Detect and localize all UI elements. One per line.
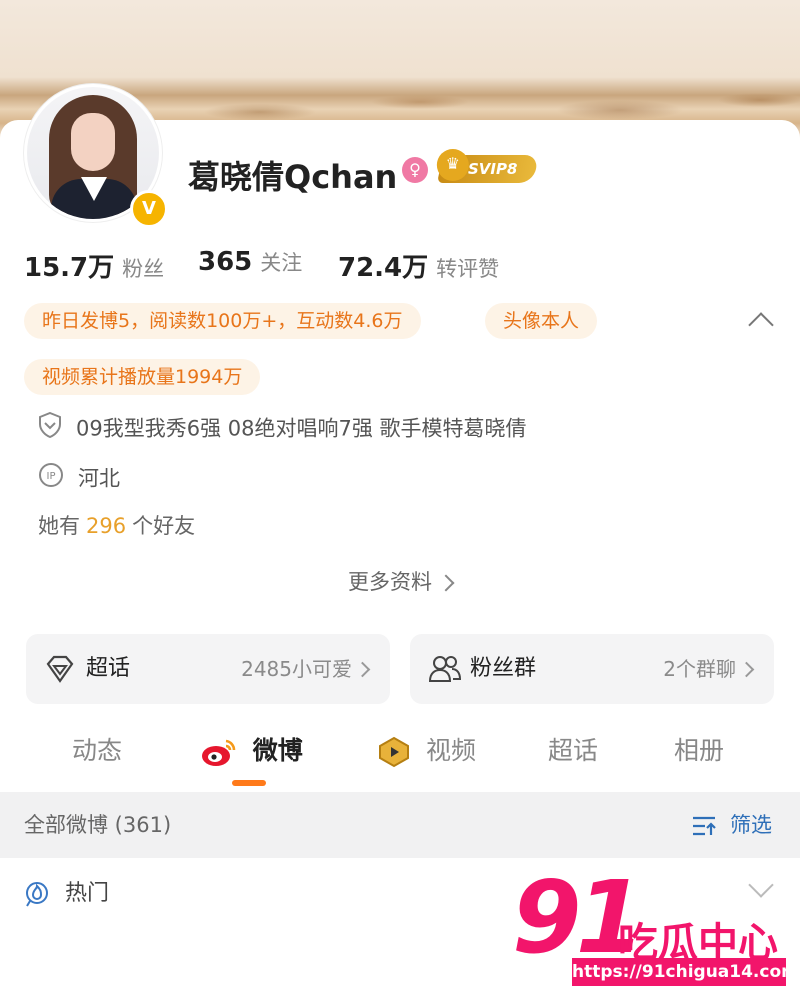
active-tab-indicator <box>232 780 266 786</box>
avatar-real-tag[interactable]: 头像本人 <box>485 303 598 339</box>
video-plays-tag[interactable]: 视频累计播放量1994万 <box>24 359 261 395</box>
watermark-url: https://91chigua14.com <box>572 958 799 986</box>
shield-icon <box>38 411 62 447</box>
tab-weibo[interactable]: 微博 <box>200 726 303 776</box>
group-icon <box>428 654 462 684</box>
filter-label: 筛选 <box>730 813 772 837</box>
more-info-link[interactable]: 更多资料 <box>0 566 800 596</box>
chevron-right-icon <box>738 661 755 678</box>
female-icon: ♀ <box>402 157 428 183</box>
stat-label: 转评赞 <box>436 257 500 281</box>
tab-weibo-label: 微博 <box>252 736 303 765</box>
weibo-logo-icon <box>200 736 253 766</box>
stat-value: 365 <box>198 247 253 277</box>
feed-header: 全部微博 (361) 筛选 <box>0 792 800 858</box>
verified-badge-icon: V <box>130 190 168 228</box>
filter-icon <box>691 813 730 837</box>
hot-icon <box>24 881 65 907</box>
profile-name: 葛晓倩Qchan <box>188 158 398 196</box>
tab-video-label: 视频 <box>425 736 476 765</box>
supertopic-tile[interactable]: 超话 2485小可爱 <box>26 634 390 704</box>
profile-tabs: 动态 微博 视频 超话 相册 <box>0 726 800 788</box>
fangroup-tile[interactable]: 粉丝群 2个群聊 <box>410 634 774 704</box>
intro-row: 09我型我秀6强 08绝对唱响7强 歌手模特葛晓倩 <box>38 411 527 447</box>
supertopic-label: 超话 <box>86 656 131 681</box>
intro-text: 09我型我秀6强 08绝对唱响7强 歌手模特葛晓倩 <box>76 416 527 441</box>
location-text: 河北 <box>78 466 120 491</box>
filter-button[interactable]: 筛选 <box>691 792 772 858</box>
supertopic-meta: 2485小可爱 <box>241 657 352 681</box>
diamond-icon <box>44 654 76 684</box>
stat-value: 15.7万 <box>24 253 115 283</box>
stat-label: 粉丝 <box>122 257 165 281</box>
fangroup-meta: 2个群聊 <box>663 657 736 681</box>
friends-row[interactable]: 她有 296 个好友 <box>38 510 195 542</box>
feed-title: 全部微博 (361) <box>24 813 172 837</box>
stat-value: 72.4万 <box>338 253 429 283</box>
stat-label: 关注 <box>260 251 303 275</box>
svip-badge[interactable]: ♛ SVIP8 <box>436 149 539 183</box>
friends-suffix: 个好友 <box>132 514 196 538</box>
ip-icon: IP <box>38 462 64 497</box>
friends-count: 296 <box>86 514 127 538</box>
stat-interactions[interactable]: 72.4万 转评赞 <box>338 247 499 284</box>
tab-album[interactable]: 相册 <box>674 726 724 776</box>
svg-text:IP: IP <box>47 471 56 482</box>
fangroup-label: 粉丝群 <box>470 656 537 681</box>
hot-sort-row[interactable]: 热门 <box>24 874 109 914</box>
stat-followers[interactable]: 15.7万 粉丝 <box>24 247 164 284</box>
hot-label: 热门 <box>65 881 110 906</box>
activity-tag[interactable]: 昨日发博5，阅读数100万+，互动数4.6万 <box>24 303 421 339</box>
friends-prefix: 她有 <box>38 514 80 538</box>
chevron-right-icon <box>437 574 455 592</box>
tab-video[interactable]: 视频 <box>376 726 476 776</box>
tab-supertopic[interactable]: 超话 <box>548 726 598 776</box>
stat-following[interactable]: 365 关注 <box>198 247 302 277</box>
chevron-right-icon <box>354 661 371 678</box>
location-row: IP 河北 <box>38 462 120 494</box>
video-badge-icon <box>376 736 426 768</box>
more-info-label: 更多资料 <box>348 570 432 594</box>
svip-label: SVIP8 <box>468 160 518 178</box>
tab-dynamic[interactable]: 动态 <box>72 726 122 776</box>
